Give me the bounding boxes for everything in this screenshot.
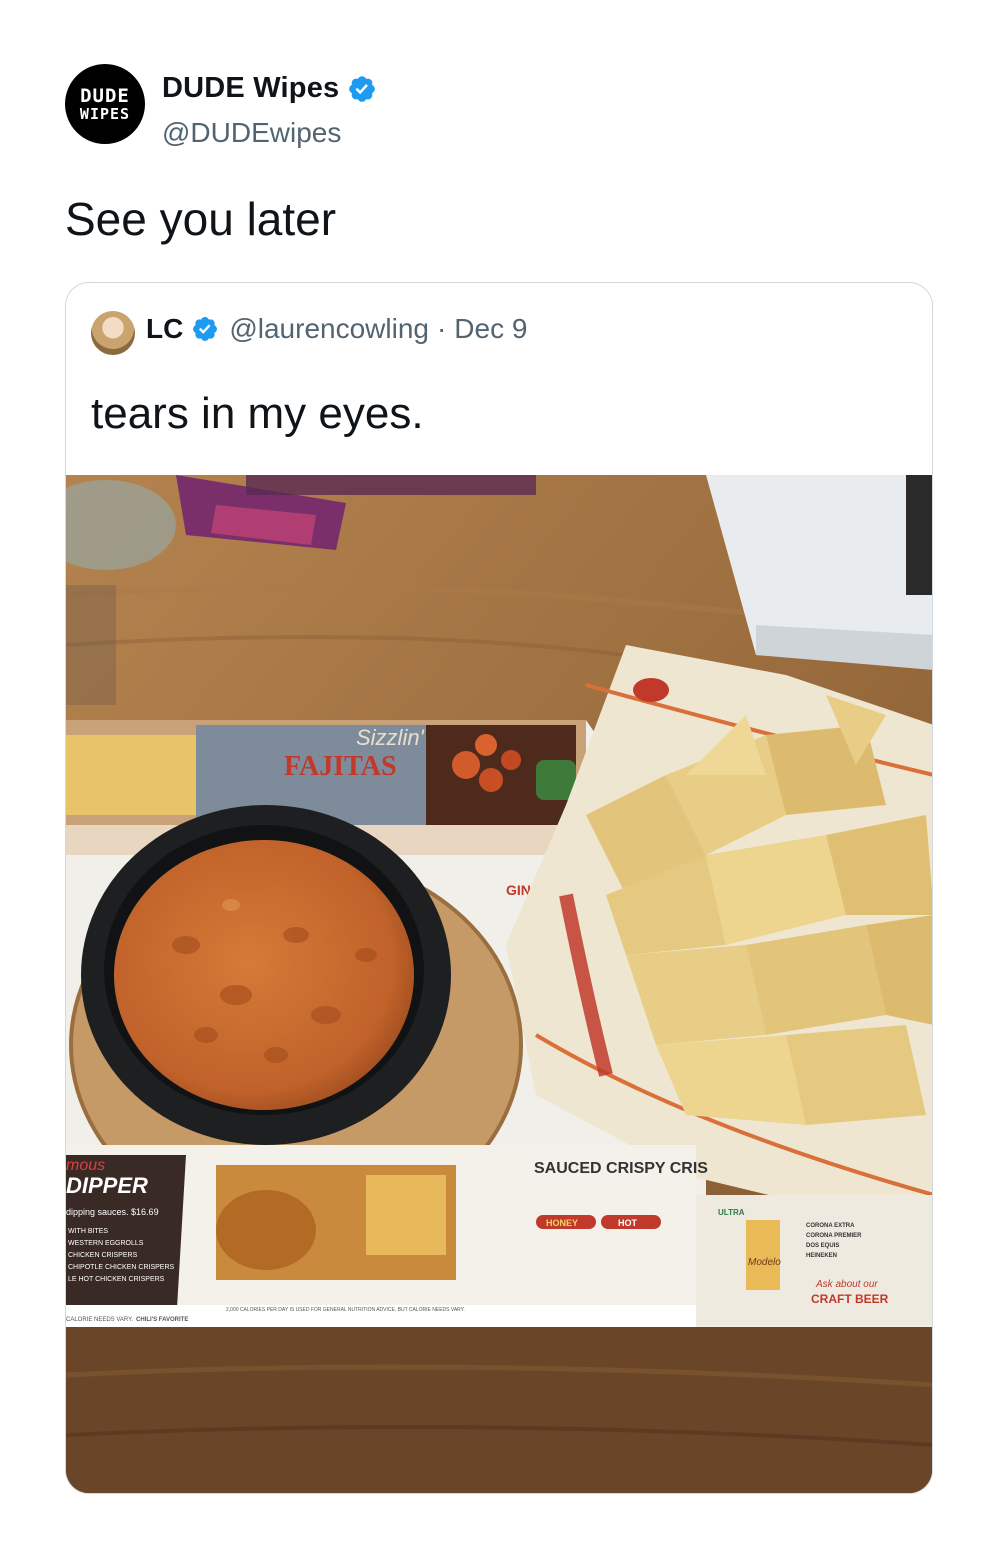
- verified-badge-icon: [193, 317, 218, 341]
- photo-illustration: Sizzlin' FAJITAS GINAL T: [66, 475, 932, 1493]
- quoted-author-avatar[interactable]: [91, 311, 135, 355]
- meta-separator: ·: [436, 313, 447, 344]
- sauced-title-text: SAUCED CRISPY CRIS: [534, 1160, 708, 1177]
- quoted-author-name[interactable]: LC: [146, 313, 183, 345]
- hot-sauce-text: HOT: [618, 1218, 638, 1228]
- dipper-title-text: DIPPER: [66, 1173, 148, 1198]
- author-handle[interactable]: @DUDEwipes: [162, 117, 341, 149]
- fajitas-script-text: Sizzlin': [356, 725, 425, 750]
- avatar-logo-line2: WIPES: [79, 104, 131, 123]
- craft-beer-text: CRAFT BEER: [811, 1292, 889, 1306]
- footer-calorie-text: CALORIE NEEDS VARY.: [66, 1317, 133, 1323]
- author-name[interactable]: DUDE Wipes: [162, 72, 339, 105]
- modelo-text: Modelo: [748, 1257, 781, 1268]
- dipper-item-5: LE HOT CHICKEN CRISPERS: [68, 1276, 165, 1283]
- dipper-famous-text: mous: [66, 1157, 105, 1174]
- quoted-tweet-date[interactable]: Dec 9: [454, 313, 527, 345]
- beer-item-4: HEINEKEN: [806, 1253, 837, 1259]
- quoted-tweet-photo[interactable]: Sizzlin' FAJITAS GINAL T: [66, 475, 932, 1493]
- tweet-text: See you later: [65, 193, 337, 245]
- dipper-item-2: WESTERN EGGROLLS: [68, 1240, 144, 1247]
- quoted-tweet-card[interactable]: LC @laurencowling · Dec 9 tears in my ey…: [65, 282, 933, 1494]
- dipper-item-3: CHICKEN CRISPERS: [68, 1252, 138, 1259]
- footer-nutrition-text: 2,000 CALORIES PER DAY IS USED FOR GENER…: [226, 1307, 465, 1313]
- ultra-text: ULTRA: [718, 1208, 745, 1217]
- author-avatar[interactable]: DUDE WIPES: [65, 64, 145, 144]
- honey-sauce-text: HONEY: [546, 1218, 578, 1228]
- beer-item-3: DOS EQUIS: [806, 1243, 839, 1249]
- queso-dip: [114, 840, 414, 1110]
- craft-ask-text: Ask about our: [815, 1279, 878, 1290]
- verified-badge-icon: [349, 75, 376, 102]
- quoted-tweet-text: tears in my eyes.: [91, 389, 424, 438]
- dipper-item-1: WITH BITES: [68, 1228, 108, 1235]
- fajitas-title-text: FAJITAS: [284, 751, 397, 782]
- quoted-tweet-meta: LC @laurencowling · Dec 9: [146, 313, 527, 345]
- footer-favorite-text: CHILI'S FAVORITE: [136, 1317, 188, 1323]
- author-name-row[interactable]: DUDE Wipes: [162, 72, 377, 105]
- dipper-price-text: dipping sauces. $16.69: [66, 1207, 159, 1217]
- beer-item-2: CORONA PREMIER: [806, 1233, 862, 1239]
- dipper-item-4: CHIPOTLE CHICKEN CRISPERS: [68, 1264, 175, 1271]
- beer-item-1: CORONA EXTRA: [806, 1223, 855, 1229]
- avatar-logo-line1: DUDE: [80, 84, 130, 107]
- quoted-author-handle[interactable]: @laurencowling: [229, 313, 429, 345]
